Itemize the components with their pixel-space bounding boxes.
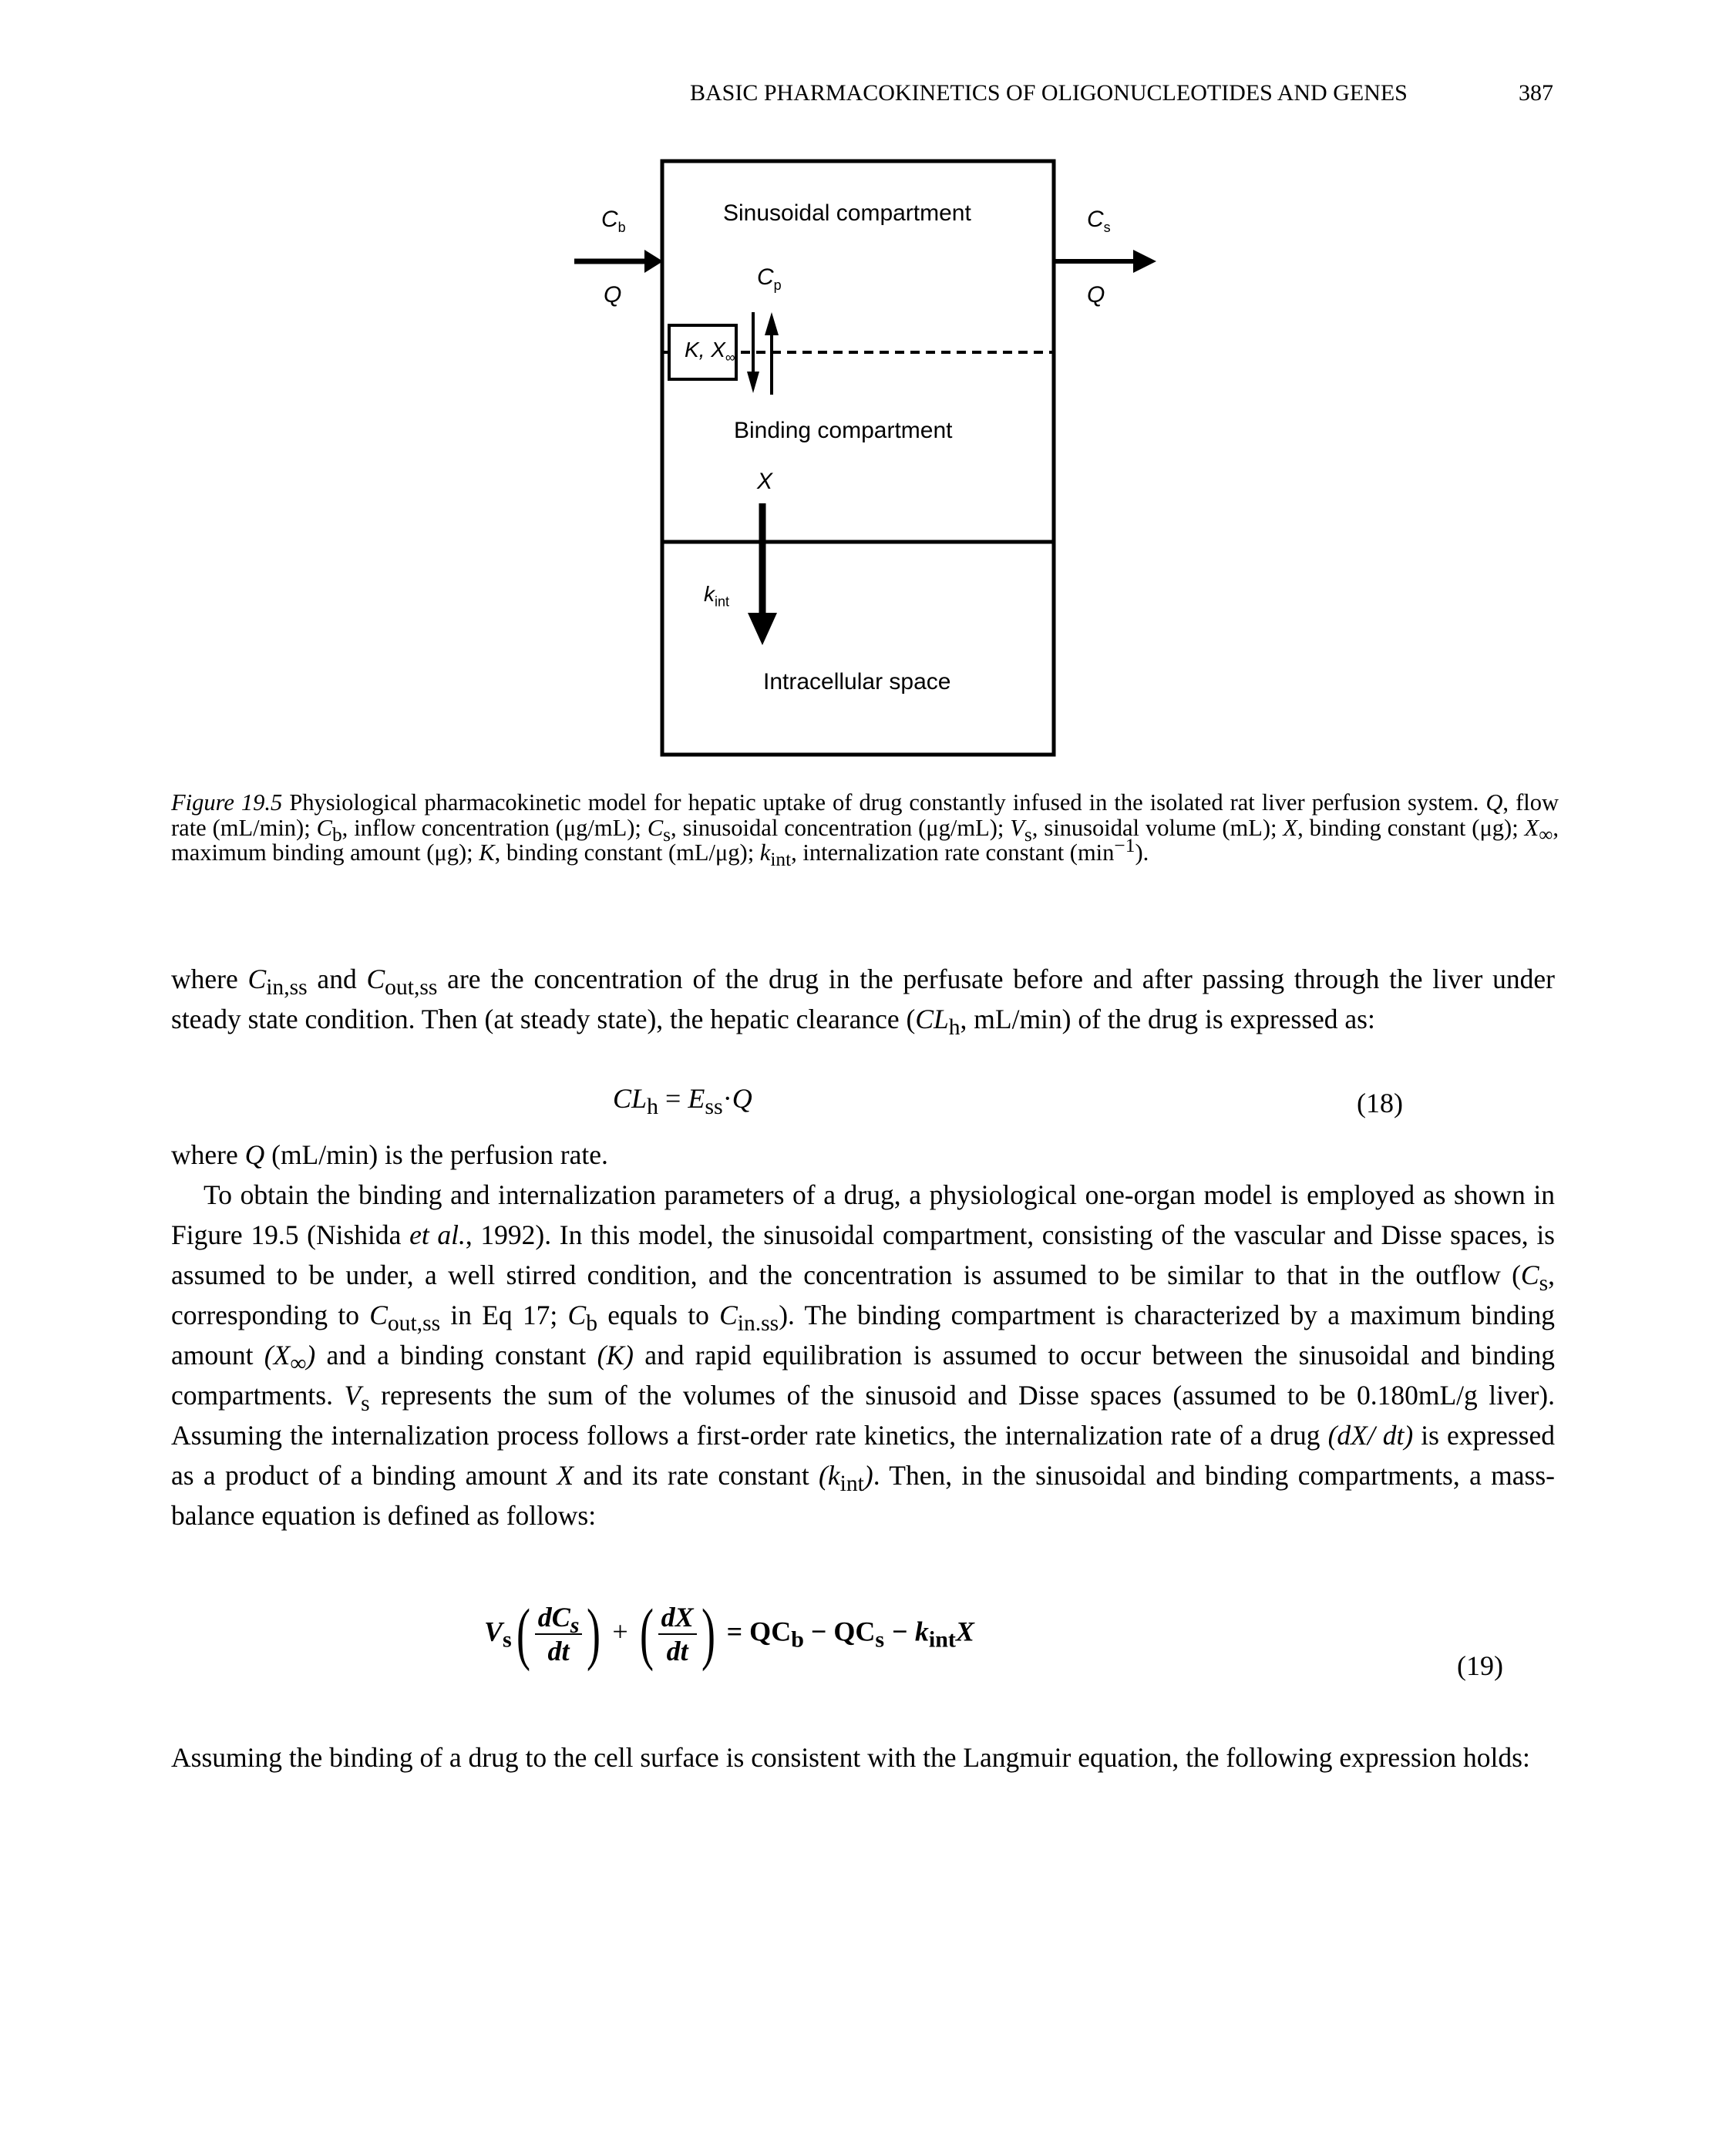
equation-18-number: (18) — [1357, 1088, 1403, 1118]
internalization-constant-label: kint — [704, 582, 730, 610]
figure-19-5-diagram: Cb Q Cs Q Sinusoidal compartment Cp K, X… — [563, 154, 1179, 771]
dx-dt-fraction: dX dt — [658, 1601, 697, 1667]
page-number: 387 — [1519, 80, 1553, 106]
inflow-concentration-label: Cb — [601, 207, 626, 235]
running-head: BASIC PHARMACOKINETICS OF OLIGONUCLEOTID… — [690, 80, 1553, 106]
paragraph-perfusion-rate: where Q (mL/min) is the perfusion rate. — [171, 1139, 608, 1170]
dissociation-up-arrowhead — [765, 312, 779, 335]
outflow-concentration-label: Cs — [1087, 207, 1111, 235]
running-head-title: BASIC PHARMACOKINETICS OF OLIGONUCLEOTID… — [690, 80, 1408, 106]
equation-19: Vs(dCs dt) + (dX dt) = QCb − QCs − kintX — [484, 1596, 974, 1672]
inflow-rate-label: Q — [604, 282, 622, 308]
figure-caption: Figure 19.5 Physiological pharmacokineti… — [171, 789, 1559, 871]
equation-19-number: (19) — [1457, 1650, 1503, 1681]
binding-amount-label: X — [757, 469, 773, 494]
binding-compartment-label: Binding compartment — [734, 418, 953, 443]
intracellular-space-label: Intracellular space — [763, 669, 951, 695]
binding-params-label: K, X∞ — [685, 338, 735, 365]
dcs-dt-fraction: dCs dt — [534, 1601, 583, 1667]
internalization-arrowhead — [748, 613, 777, 645]
outflow-rate-label: Q — [1087, 282, 1105, 308]
paragraph-model-description: To obtain the binding and internalizatio… — [171, 1179, 1555, 1531]
equation-18: CLh = Ess·Q — [613, 1083, 752, 1120]
paragraph-langmuir: Assuming the binding of a drug to the ce… — [171, 1742, 1530, 1773]
figure-label: Figure 19.5 — [171, 789, 283, 816]
sinusoidal-compartment-label: Sinusoidal compartment — [723, 200, 971, 226]
plasma-concentration-label: Cp — [757, 264, 782, 293]
model-outer-box — [660, 159, 1056, 757]
paragraph-hepatic-clearance: where Cin,ss and Cout,ss are the concent… — [171, 964, 1555, 1041]
binding-down-arrowhead — [747, 372, 759, 393]
outflow-arrowhead — [1133, 250, 1156, 273]
inflow-arrowhead — [644, 250, 663, 273]
